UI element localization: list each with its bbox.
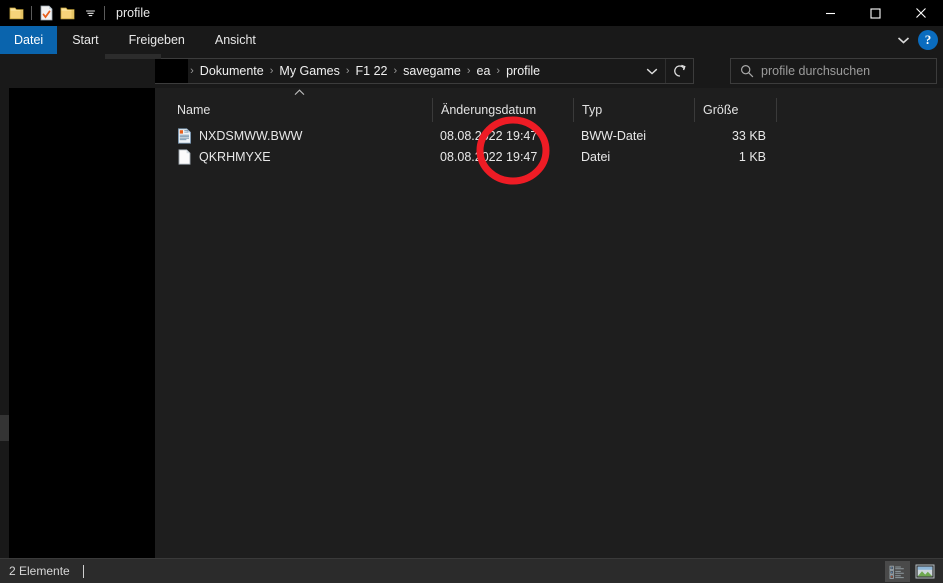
navigation-pane[interactable] xyxy=(9,88,155,558)
file-name-label: QKRHMYXE xyxy=(199,149,271,164)
file-name-cell[interactable]: NXDSMWW.BWW xyxy=(155,125,432,146)
search-box[interactable]: profile durchsuchen xyxy=(730,58,937,84)
maximize-button[interactable] xyxy=(853,0,898,26)
file-size-cell: 1 KB xyxy=(738,149,766,164)
column-header-name[interactable]: Name xyxy=(155,98,432,122)
breadcrumb-item-dokumente[interactable]: Dokumente xyxy=(196,64,268,78)
folder-icon[interactable] xyxy=(6,2,28,24)
breadcrumb-separator[interactable]: › xyxy=(344,65,352,77)
breadcrumb-item-savegame[interactable]: savegame xyxy=(399,64,465,78)
details-view-icon[interactable] xyxy=(885,561,910,582)
status-bar: 2 Elemente xyxy=(0,558,943,583)
column-header-type[interactable]: Typ xyxy=(573,98,694,122)
customize-dropdown-icon[interactable] xyxy=(79,2,101,24)
ribbon-tab-bar: Datei Start Freigeben Ansicht ? xyxy=(0,26,943,54)
search-input-placeholder[interactable]: profile durchsuchen xyxy=(761,64,870,78)
refresh-icon[interactable] xyxy=(665,59,693,83)
breadcrumb-item-my-games[interactable]: My Games xyxy=(275,64,343,78)
navigation-pane-tab-highlight xyxy=(105,54,161,59)
status-separator xyxy=(82,564,84,578)
file-name-cell[interactable]: QKRHMYXE xyxy=(155,146,432,167)
file-size-cell: 33 KB xyxy=(731,128,766,143)
bww-file-icon xyxy=(177,127,192,144)
navigation-pane-scrollbar[interactable] xyxy=(0,88,9,558)
search-icon xyxy=(731,64,761,78)
breadcrumb-separator[interactable]: › xyxy=(465,65,473,77)
column-header-modified-date[interactable]: Änderungsdatum xyxy=(432,98,573,122)
breadcrumb-item-profile[interactable]: profile xyxy=(502,64,544,78)
breadcrumb: › Dokumente › My Games › F1 22 › savegam… xyxy=(140,59,639,83)
sort-ascending-caret-icon xyxy=(294,89,305,98)
address-dropdown-icon[interactable] xyxy=(639,59,665,83)
help-icon[interactable]: ? xyxy=(918,30,938,50)
tab-ansicht[interactable]: Ansicht xyxy=(200,26,271,54)
file-name-label: NXDSMWW.BWW xyxy=(199,128,303,143)
breadcrumb-item-ea[interactable]: ea xyxy=(473,64,495,78)
close-button[interactable] xyxy=(898,0,943,26)
breadcrumb-separator[interactable]: › xyxy=(494,65,502,77)
file-modified-date-cell: 08.08.2022 19:47 xyxy=(440,149,538,164)
new-folder-icon[interactable] xyxy=(57,2,79,24)
breadcrumb-separator[interactable]: › xyxy=(188,65,196,77)
table-row[interactable]: NXDSMWW.BWW 08.08.2022 19:47 BWW-Datei 3… xyxy=(155,125,943,146)
toolbar-separator-2 xyxy=(101,6,108,21)
table-row[interactable]: QKRHMYXE 08.08.2022 19:47 Datei 1 KB xyxy=(155,146,943,167)
file-list-view[interactable]: Name Änderungsdatum Typ Größe NXDSMWW.BW… xyxy=(155,88,943,558)
title-bar: profile xyxy=(0,0,943,26)
toolbar-separator-1 xyxy=(28,6,35,21)
large-icons-view-icon[interactable] xyxy=(912,561,937,582)
view-mode-toggles xyxy=(885,561,937,582)
navigation-pane-header-strip xyxy=(0,54,155,88)
file-type-cell: BWW-Datei xyxy=(581,128,647,143)
file-modified-date-cell: 08.08.2022 19:47 xyxy=(440,128,538,143)
address-bar[interactable]: « › Dokumente › My Games › F1 22 › saveg… xyxy=(106,58,694,84)
window-title: profile xyxy=(116,6,151,20)
item-count-label: 2 Elemente xyxy=(9,564,70,578)
expand-ribbon-icon[interactable] xyxy=(890,27,916,53)
window-controls xyxy=(808,0,943,26)
minimize-button[interactable] xyxy=(808,0,853,26)
breadcrumb-separator[interactable]: › xyxy=(391,65,399,77)
tab-datei[interactable]: Datei xyxy=(0,26,58,54)
properties-icon[interactable] xyxy=(35,2,57,24)
generic-file-icon xyxy=(177,148,192,165)
breadcrumb-item-f1-22[interactable]: F1 22 xyxy=(352,64,392,78)
quick-access-toolbar xyxy=(0,2,108,24)
file-explorer-window: profile Datei Start Freigeben Ansicht ? xyxy=(0,0,943,583)
column-header-size[interactable]: Größe xyxy=(694,98,776,122)
tab-start[interactable]: Start xyxy=(57,26,113,54)
column-header-end-divider xyxy=(776,98,777,122)
file-type-cell: Datei xyxy=(581,149,611,164)
file-rows: NXDSMWW.BWW 08.08.2022 19:47 BWW-Datei 3… xyxy=(155,125,943,167)
navigation-pane-scrollbar-thumb[interactable] xyxy=(0,415,9,441)
breadcrumb-separator[interactable]: › xyxy=(268,65,276,77)
tab-freigeben[interactable]: Freigeben xyxy=(114,26,200,54)
column-headers: Name Änderungsdatum Typ Größe xyxy=(155,98,943,122)
